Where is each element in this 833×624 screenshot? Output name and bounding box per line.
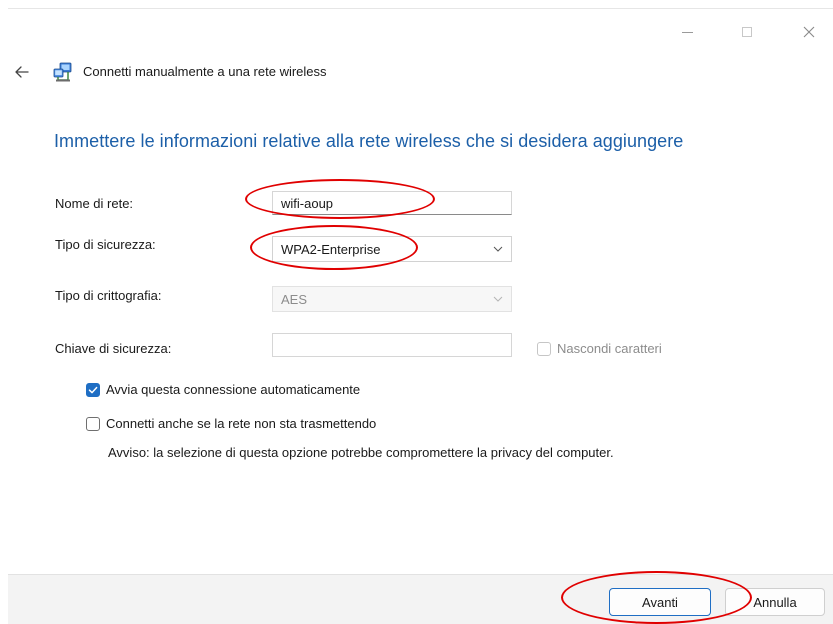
auto-start-checkbox[interactable] <box>86 382 100 397</box>
minimize-button[interactable] <box>672 20 702 44</box>
connect-hidden-label: Connetti anche se la rete non sta trasme… <box>106 416 377 431</box>
close-button[interactable] <box>794 20 824 44</box>
maximize-icon <box>742 27 752 37</box>
security-key-label: Chiave di sicurezza: <box>55 341 172 356</box>
encryption-type-select: AES <box>272 286 512 312</box>
security-type-label: Tipo di sicurezza: <box>55 237 156 252</box>
page-heading: Immettere le informazioni relative alla … <box>54 131 684 151</box>
chevron-down-icon <box>493 246 503 252</box>
connect-hidden-checkbox[interactable] <box>86 416 100 431</box>
maximize-button[interactable] <box>732 20 762 44</box>
network-name-label: Nome di rete: <box>55 196 134 211</box>
privacy-warning: Avviso: la selezione di questa opzione p… <box>108 445 614 460</box>
chevron-down-icon <box>493 296 503 302</box>
wireless-setup-dialog: Connetti manualmente a una rete wireless… <box>0 0 833 624</box>
cancel-button[interactable]: Annulla <box>725 588 825 616</box>
next-button[interactable]: Avanti <box>609 588 711 616</box>
hide-characters-label: Nascondi caratteri <box>557 341 662 356</box>
encryption-type-label: Tipo di crittografia: <box>55 288 162 303</box>
minimize-icon <box>681 31 693 33</box>
security-key-input <box>272 333 512 357</box>
security-type-value: WPA2-Enterprise <box>281 242 381 257</box>
auto-start-label: Avvia questa connessione automaticamente <box>106 382 361 397</box>
window-title: Connetti manualmente a una rete wireless <box>83 64 327 79</box>
window-top-border <box>8 8 833 9</box>
auto-start-option[interactable]: Avvia questa connessione automaticamente <box>86 382 360 397</box>
close-icon <box>803 26 815 38</box>
hide-characters-option: Nascondi caratteri <box>537 341 662 356</box>
hide-characters-checkbox <box>537 341 551 356</box>
network-icon <box>53 62 72 82</box>
checkmark-icon <box>88 386 98 393</box>
encryption-type-value: AES <box>281 292 308 307</box>
network-name-input[interactable]: wifi-aoup <box>272 191 512 215</box>
back-arrow-icon[interactable] <box>12 62 32 82</box>
connect-hidden-option[interactable]: Connetti anche se la rete non sta trasme… <box>86 416 376 431</box>
security-type-select[interactable]: WPA2-Enterprise <box>272 236 512 262</box>
